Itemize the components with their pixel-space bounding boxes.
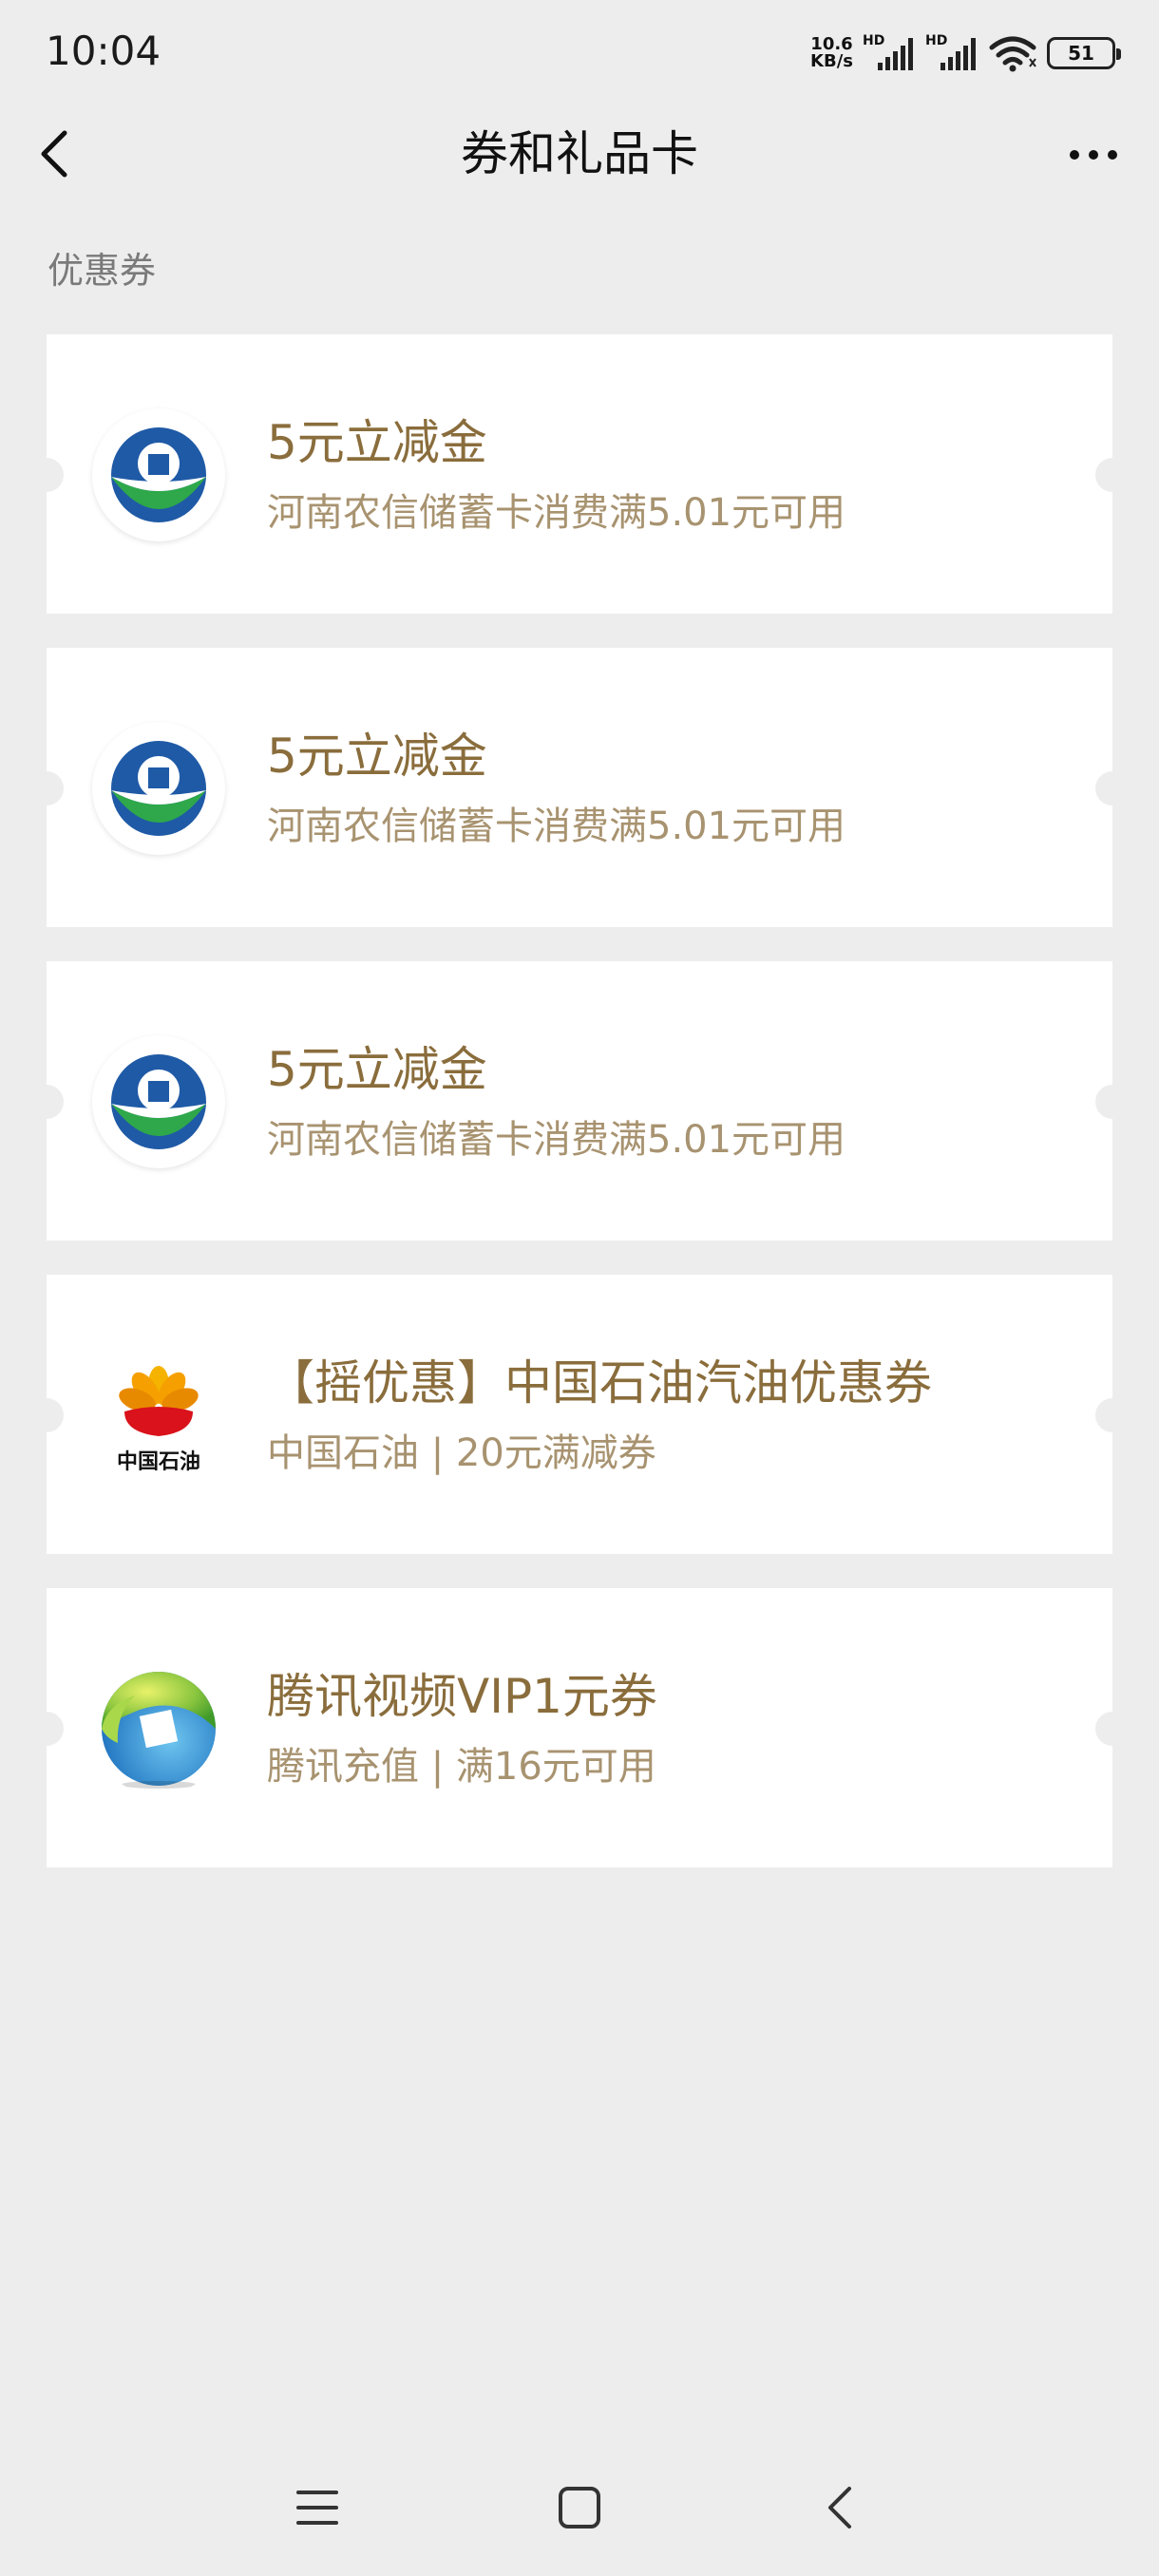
system-back-icon (828, 2487, 851, 2529)
coupon-subtitle: 河南农信储蓄卡消费满5.01元可用 (267, 805, 846, 848)
coupon-title: 5元立减金 (267, 1042, 487, 1097)
section-label-coupons: 优惠券 (48, 250, 157, 292)
navigation-bar: 券和礼品卡 (0, 104, 1159, 203)
battery-icon: 51 (1047, 37, 1121, 69)
petrochina-logo-icon: 中国石油 (92, 1349, 225, 1482)
henan-rural-credit-logo-icon (92, 722, 225, 855)
more-options-button[interactable] (1060, 131, 1127, 179)
system-back-button[interactable] (815, 2481, 868, 2534)
coupon-card[interactable]: 5元立减金 河南农信储蓄卡消费满5.01元可用 (29, 961, 1130, 1241)
coupon-card[interactable]: 腾讯视频VIP1元券 腾讯充值 | 满16元可用 (29, 1588, 1130, 1867)
petrochina-logo-text: 中国石油 (117, 1450, 200, 1474)
more-dot-icon (1108, 150, 1117, 160)
coupon-card[interactable]: 5元立减金 河南农信储蓄卡消费满5.01元可用 (29, 334, 1130, 614)
wifi-icon (989, 36, 1036, 72)
coupon-list: 5元立减金 河南农信储蓄卡消费满5.01元可用 5元立减金 河南农信储蓄卡消费满… (29, 334, 1130, 1902)
status-bar: 10:04 10.6 KB/s HD HD 51 (0, 0, 1159, 104)
coupon-title: 5元立减金 (267, 729, 487, 784)
signal-hd-icon-2: HD (925, 34, 978, 72)
menu-button[interactable] (291, 2481, 344, 2534)
more-dot-icon (1070, 150, 1079, 160)
coupon-subtitle: 中国石油 | 20元满减券 (267, 1431, 656, 1475)
network-speed: 10.6 KB/s (810, 36, 853, 70)
signal-hd-icon-1: HD (863, 34, 916, 72)
coupon-card[interactable]: 5元立减金 河南农信储蓄卡消费满5.01元可用 (29, 648, 1130, 927)
coupon-subtitle: 河南农信储蓄卡消费满5.01元可用 (267, 1118, 846, 1162)
signal-bars-icon (940, 38, 976, 70)
henan-rural-credit-logo-icon (92, 1035, 225, 1168)
system-navigation-bar (0, 2460, 1159, 2555)
coupon-subtitle: 河南农信储蓄卡消费满5.01元可用 (267, 491, 846, 535)
coupon-subtitle: 腾讯充值 | 满16元可用 (267, 1745, 656, 1789)
coupon-card[interactable]: 中国石油 【摇优惠】中国石油汽油优惠券 中国石油 | 20元满减券 (29, 1275, 1130, 1554)
network-speed-unit: KB/s (810, 51, 853, 71)
coupon-title: 5元立减金 (267, 415, 487, 470)
home-square-icon (559, 2487, 600, 2529)
henan-rural-credit-logo-icon (92, 408, 225, 541)
coupon-title: 腾讯视频VIP1元券 (267, 1669, 657, 1724)
page-title: 券和礼品卡 (461, 126, 698, 181)
status-icons: 10.6 KB/s HD HD 51 (810, 27, 1121, 80)
signal-bars-icon (878, 38, 913, 70)
status-time: 10:04 (46, 28, 162, 74)
menu-icon (296, 2491, 338, 2525)
home-button[interactable] (553, 2481, 606, 2534)
more-dot-icon (1089, 150, 1098, 160)
coupon-title: 【摇优惠】中国石油汽油优惠券 (267, 1355, 932, 1411)
tencent-recharge-logo-icon (92, 1662, 225, 1795)
